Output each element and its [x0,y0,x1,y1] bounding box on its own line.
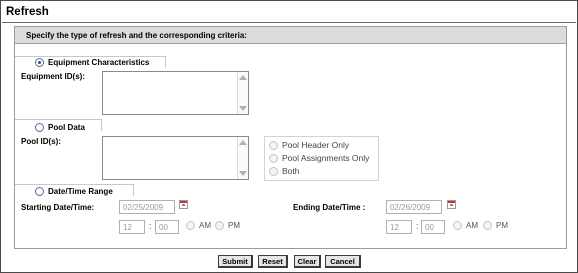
datetime-option-label: Date/Time Range [48,187,113,196]
pool-assignments-only-label: Pool Assignments Only [282,153,370,163]
panel-heading: Specify the type of refresh and the corr… [15,27,566,44]
datetime-option[interactable]: Date/Time Range [35,187,113,196]
refresh-window: Refresh Specify the type of refresh and … [0,0,578,273]
section-tab-edge [101,119,102,131]
radio-icon[interactable] [269,166,278,176]
ending-minute-input[interactable]: 00 [421,220,445,234]
starting-pm-label: PM [228,221,240,230]
starting-am-option[interactable]: AM [186,221,211,230]
radio-icon[interactable] [453,221,462,230]
equipment-id-label: Equipment ID(s): [21,72,85,81]
pool-header-only-label: Pool Header Only [282,140,350,150]
radio-icon[interactable] [186,221,195,230]
starting-pm-option[interactable]: PM [215,221,240,230]
radio-icon[interactable] [215,221,224,230]
radio-icon[interactable] [35,123,44,132]
page-title: Refresh [6,6,49,18]
pool-scrollbar[interactable] [237,137,248,179]
reset-button[interactable]: Reset [258,255,288,268]
submit-button[interactable]: Submit [218,255,253,268]
calendar-icon[interactable] [179,200,188,209]
starting-hour-input[interactable]: 12 [119,220,145,234]
pool-id-textarea[interactable] [102,136,249,180]
pool-id-label: Pool ID(s): [21,137,61,146]
scroll-up-arrow-icon[interactable] [239,75,247,80]
ending-hour-input[interactable]: 12 [386,220,412,234]
equipment-option-label: Equipment Characteristics [48,58,150,67]
radio-icon[interactable] [35,187,44,196]
clear-button[interactable]: Clear [294,255,321,268]
ending-datetime-label: Ending Date/Time : [293,203,366,212]
radio-icon[interactable] [269,153,278,163]
equipment-option[interactable]: Equipment Characteristics [35,58,149,67]
pool-both-label: Both [282,166,300,176]
starting-minute-input[interactable]: 00 [155,220,179,234]
ending-am-option[interactable]: AM [453,221,478,230]
equipment-id-textarea[interactable] [102,71,249,115]
ending-date-input[interactable]: 02/26/2009 [386,200,442,214]
equipment-scrollbar[interactable] [237,72,248,114]
scroll-down-arrow-icon[interactable] [239,106,247,111]
pool-option-label: Pool Data [48,123,85,132]
section-tab-line [15,56,165,57]
section-tab-edge [165,56,166,68]
starting-am-label: AM [199,221,211,230]
pool-assignments-only-option[interactable]: Pool Assignments Only [269,153,369,163]
section-tab-line [15,119,101,120]
title-divider [2,22,576,23]
scroll-down-arrow-icon[interactable] [239,171,247,176]
pool-both-option[interactable]: Both [269,166,300,176]
section-tab-edge [133,184,134,196]
ending-pm-option[interactable]: PM [483,221,508,230]
ending-pm-label: PM [496,221,508,230]
radio-icon[interactable] [35,58,44,67]
radio-icon[interactable] [483,221,492,230]
pool-header-only-option[interactable]: Pool Header Only [269,140,349,150]
starting-date-input[interactable]: 02/25/2009 [119,200,175,214]
radio-icon[interactable] [269,140,278,150]
calendar-icon[interactable] [447,200,456,209]
section-tab-line [15,184,133,185]
ending-am-label: AM [466,221,478,230]
starting-datetime-label: Starting Date/Time: [21,203,95,212]
ending-time-colon: : [416,221,419,231]
pool-option[interactable]: Pool Data [35,123,85,132]
starting-time-colon: : [149,221,152,231]
cancel-button[interactable]: Cancel [325,255,361,268]
scroll-up-arrow-icon[interactable] [239,140,247,145]
